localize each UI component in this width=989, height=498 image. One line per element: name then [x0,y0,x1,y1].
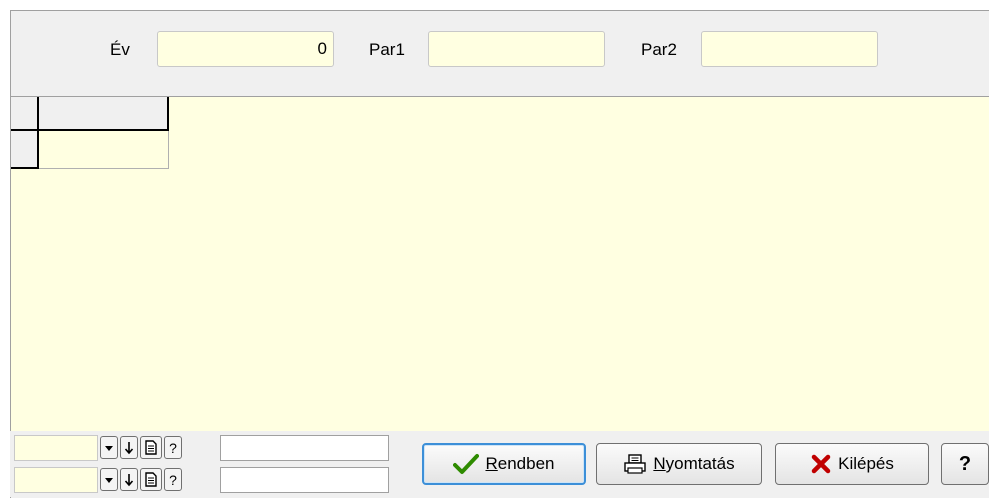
print-button-label: Nyomtatás [653,454,735,473]
data-grid[interactable] [10,96,989,431]
grid-row-header[interactable] [11,131,39,169]
grid-corner-cell[interactable] [11,97,39,131]
exit-button[interactable]: Kilépés [775,443,929,485]
grid-column-header[interactable] [39,97,169,131]
document-icon[interactable] [140,468,162,491]
text-field-2[interactable] [220,467,389,493]
exit-button-label: Kilépés [838,454,894,473]
help-button[interactable]: ? [941,443,989,485]
dropdown-icon[interactable] [100,468,118,491]
selector-field-2[interactable] [14,467,98,493]
par1-input[interactable] [428,31,605,67]
text-field-1[interactable] [220,435,389,461]
bottom-toolbar: ? ? Rendben Nyomtatás Kilépés ? [10,431,989,497]
help-button-label: ? [958,452,972,475]
print-button[interactable]: Nyomtatás [596,443,762,485]
help-small-icon[interactable]: ? [164,468,182,491]
par2-input[interactable] [701,31,878,67]
document-icon[interactable] [140,436,162,459]
par1-label: Par1 [369,40,405,59]
dropdown-icon[interactable] [100,436,118,459]
down-arrow-icon[interactable] [120,436,138,459]
ok-button[interactable]: Rendben [422,443,586,485]
ev-input[interactable]: 0 [157,31,334,67]
ev-label: Év [110,40,130,59]
checkmark-icon [453,454,480,474]
close-x-icon [811,454,831,474]
down-arrow-icon[interactable] [120,468,138,491]
grid-cell[interactable] [39,131,169,169]
par2-label: Par2 [641,40,677,59]
help-small-icon[interactable]: ? [164,436,182,459]
printer-icon [624,454,647,474]
selector-field-1[interactable] [14,435,98,461]
ok-button-label: Rendben [485,454,555,473]
